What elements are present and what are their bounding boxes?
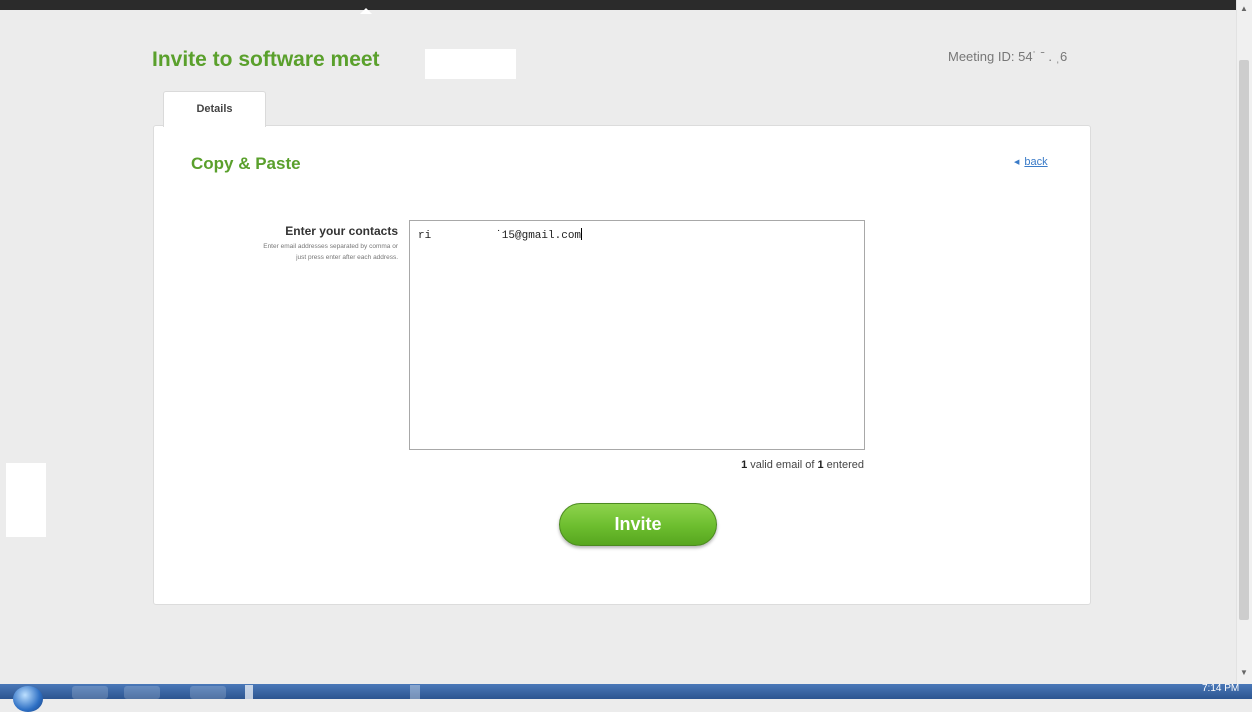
browser-top-bar [0,0,1237,10]
back-arrow-icon: ◀ [1014,159,1020,166]
contacts-value-start: ri [418,230,432,242]
scrollbar-thumb[interactable] [1239,60,1249,620]
section-title: Copy & Paste [191,154,301,173]
back-link[interactable]: ◀ back [1014,156,1048,168]
page-title: Invite to software meet [152,48,380,71]
taskbar-folder-icon[interactable] [124,686,160,699]
top-bar-notch [360,8,372,14]
left-white-block [6,463,46,537]
contacts-label: Enter your contacts [285,224,398,238]
tab-details[interactable]: Details [163,91,266,127]
taskbar-explorer-icon[interactable] [72,686,108,699]
valid-email-count: 1 valid email of 1 entered [741,459,864,471]
contacts-help-text: Enter email addresses separated by comma… [201,241,398,263]
entered-count-text: entered [823,459,864,471]
text-cursor [581,228,583,240]
taskbar-active-window[interactable] [245,685,253,699]
contacts-value-end: ˙15@gmail.com [495,230,582,242]
back-link-label: back [1024,156,1048,168]
scroll-down-arrow-icon[interactable]: ▼ [1240,668,1248,677]
taskbar-window-edge [410,685,420,699]
scroll-up-arrow-icon[interactable]: ▲ [1240,4,1248,13]
start-orb-icon[interactable] [13,686,43,712]
page-scrollbar[interactable]: ▲ ▼ [1236,0,1252,684]
contacts-help-line: Enter email addresses separated by comma… [263,243,398,250]
taskbar-browser-icon[interactable] [190,686,226,699]
meeting-id: Meeting ID: 54˙ ˉ . ˌ6 [948,49,1068,64]
valid-count-text: valid email of [747,459,818,471]
title-redaction [425,49,516,79]
contacts-help-line: just press enter after each address. [296,254,398,261]
contacts-textarea[interactable]: ri ˙15@gmail.com [409,220,865,450]
windows-taskbar [0,684,1252,699]
invite-button[interactable]: Invite [559,503,717,546]
taskbar-clock[interactable]: 7:14 PM [1202,683,1239,694]
